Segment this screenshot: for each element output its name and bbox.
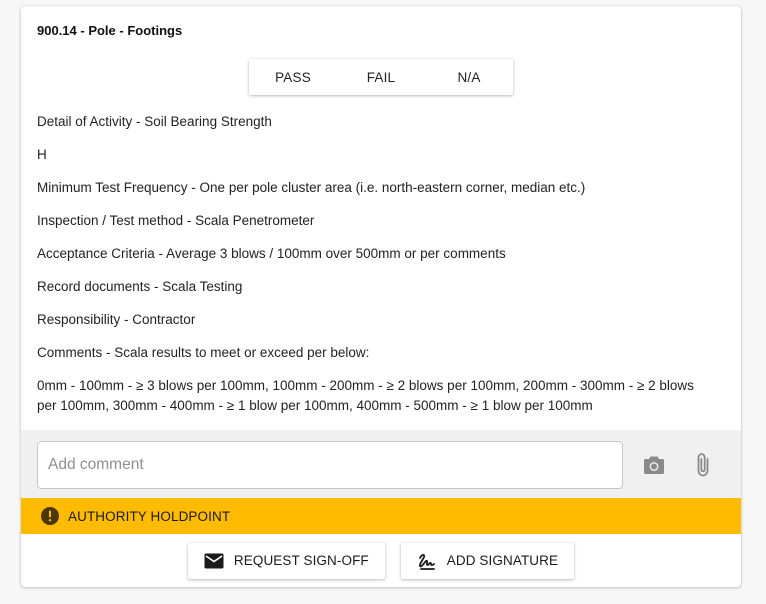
detail-record-documents: Record documents - Scala Testing — [37, 279, 243, 294]
camera-icon[interactable] — [639, 450, 669, 480]
paperclip-icon[interactable] — [688, 450, 718, 480]
detail-responsibility: Responsibility - Contractor — [37, 312, 196, 327]
na-option[interactable]: N/A — [425, 59, 513, 95]
authority-holdpoint-banner: AUTHORITY HOLDPOINT — [21, 498, 741, 534]
detail-acceptance-criteria: Acceptance Criteria - Average 3 blows / … — [37, 246, 506, 261]
add-signature-label: ADD SIGNATURE — [446, 553, 559, 568]
add-signature-button[interactable]: ADD SIGNATURE — [400, 542, 575, 579]
signature-icon — [417, 551, 437, 571]
inspection-item-card: 900.14 - Pole - Footings PASS FAIL N/A D… — [21, 6, 741, 587]
detail-code: H — [37, 147, 47, 162]
pass-option[interactable]: PASS — [249, 59, 337, 95]
detail-scala-results: 0mm - 100mm - ≥ 3 blows per 100mm, 100mm… — [37, 378, 694, 413]
request-signoff-label: REQUEST SIGN-OFF — [233, 553, 369, 568]
result-toggle-group: PASS FAIL N/A — [249, 59, 513, 95]
fail-option[interactable]: FAIL — [337, 59, 425, 95]
detail-activity: Detail of Activity - Soil Bearing Streng… — [37, 114, 272, 129]
signoff-actions: REQUEST SIGN-OFF ADD SIGNATURE — [21, 534, 741, 587]
item-title: 900.14 - Pole - Footings — [37, 23, 183, 38]
detail-test-frequency: Minimum Test Frequency - One per pole cl… — [37, 180, 586, 195]
holdpoint-label: AUTHORITY HOLDPOINT — [68, 508, 231, 524]
envelope-icon — [204, 553, 224, 569]
item-details: Detail of Activity - Soil Bearing Streng… — [37, 113, 701, 416]
request-signoff-button[interactable]: REQUEST SIGN-OFF — [187, 542, 385, 579]
comment-bar — [21, 430, 741, 498]
detail-comments: Comments - Scala results to meet or exce… — [37, 345, 370, 360]
comment-input[interactable] — [37, 441, 623, 489]
exclamation-circle-icon — [40, 506, 60, 526]
detail-test-method: Inspection / Test method - Scala Penetro… — [37, 213, 315, 228]
